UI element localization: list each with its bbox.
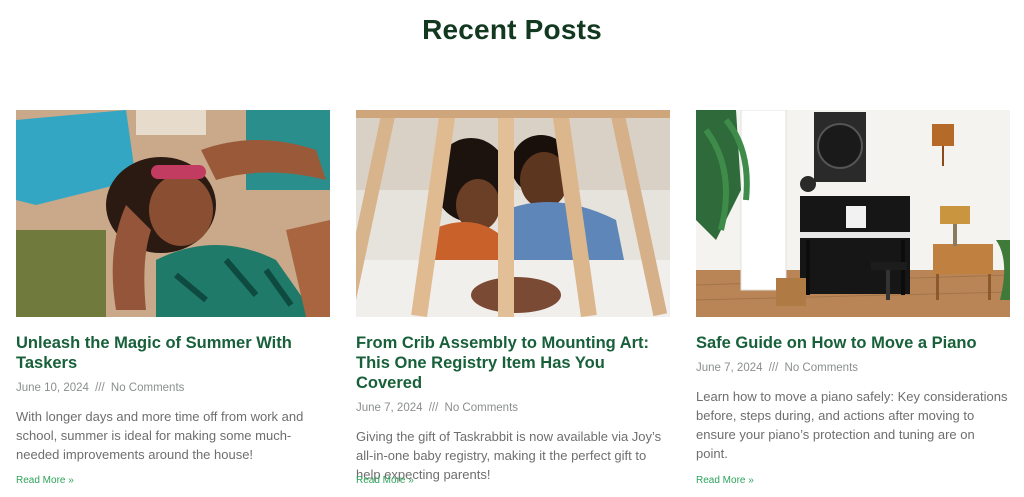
post-title[interactable]: From Crib Assembly to Mounting Art: This… <box>356 333 670 393</box>
read-more-link[interactable]: Read More » <box>356 475 414 486</box>
meta-separator: /// <box>95 382 105 394</box>
post-thumbnail-registry[interactable] <box>356 110 670 317</box>
post-meta: June 7, 2024 /// No Comments <box>356 402 670 414</box>
post-card: Safe Guide on How to Move a Piano June 7… <box>696 110 1010 476</box>
post-date: June 10, 2024 <box>16 382 89 394</box>
post-comments[interactable]: No Comments <box>785 362 859 374</box>
post-excerpt: Learn how to move a piano safely: Key co… <box>696 389 1008 461</box>
post-title[interactable]: Unleash the Magic of Summer With Taskers <box>16 333 330 373</box>
post-comments[interactable]: No Comments <box>445 402 519 414</box>
post-date: June 7, 2024 <box>356 402 423 414</box>
post-meta: June 10, 2024 /// No Comments <box>16 382 330 394</box>
post-excerpt: With longer days and more time off from … <box>16 409 304 462</box>
registry-photo <box>356 110 670 317</box>
section-title: Recent Posts <box>422 14 602 45</box>
post-date: June 7, 2024 <box>696 362 763 374</box>
post-thumbnail-summer[interactable] <box>16 110 330 317</box>
post-meta: June 7, 2024 /// No Comments <box>696 362 1010 374</box>
read-more-link[interactable]: Read More » <box>16 475 74 486</box>
post-card: From Crib Assembly to Mounting Art: This… <box>356 110 670 497</box>
post-title[interactable]: Safe Guide on How to Move a Piano <box>696 333 1010 353</box>
post-comments[interactable]: No Comments <box>111 382 185 394</box>
meta-separator: /// <box>768 362 779 374</box>
piano-photo <box>696 110 1010 317</box>
read-more-link[interactable]: Read More » <box>696 475 754 486</box>
post-thumbnail-piano[interactable] <box>696 110 1010 317</box>
meta-separator: /// <box>428 402 439 414</box>
post-card: Unleash the Magic of Summer With Taskers… <box>16 110 330 477</box>
summer-photo <box>16 110 330 317</box>
